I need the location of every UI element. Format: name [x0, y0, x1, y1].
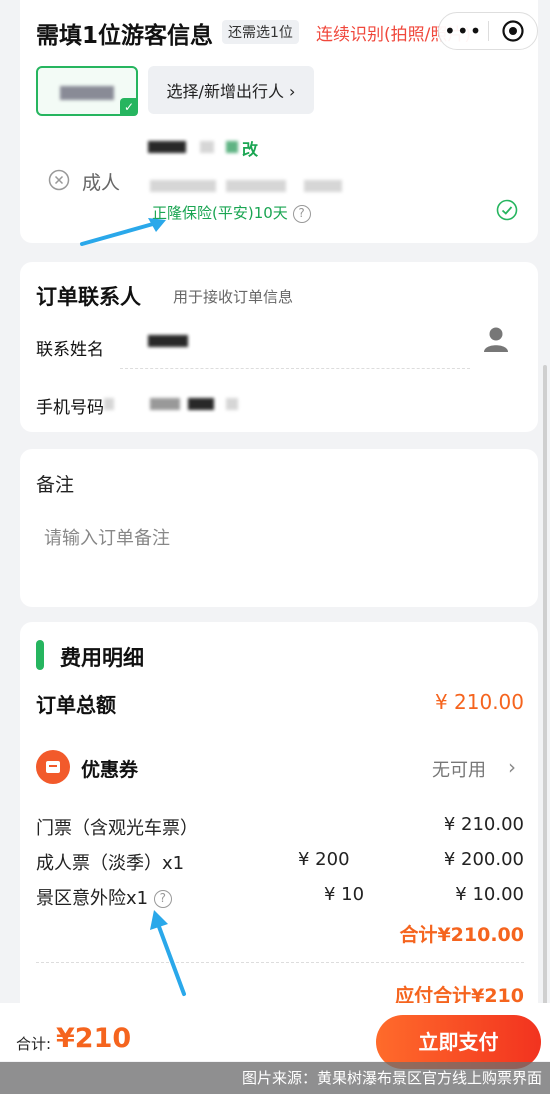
- target-icon[interactable]: [489, 19, 538, 43]
- contact-name-input[interactable]: [148, 335, 188, 347]
- divider: [120, 368, 470, 369]
- more-dots-icon[interactable]: •••: [439, 19, 488, 43]
- selected-check-icon: ✓: [120, 98, 138, 116]
- insurance-label: 景区意外险x1: [36, 888, 149, 909]
- chevron-right-icon[interactable]: ›: [508, 755, 516, 779]
- fee-title: 费用明细: [60, 646, 144, 670]
- divider: [36, 962, 524, 963]
- verified-check-icon: [496, 199, 518, 225]
- ticket-value: ¥ 210.00: [443, 814, 524, 835]
- contact-title: 订单联系人: [36, 285, 141, 309]
- coupon-label[interactable]: 优惠券: [81, 755, 138, 782]
- bottom-total-value: ¥210: [56, 1023, 132, 1054]
- remove-traveler-icon[interactable]: [48, 169, 70, 195]
- remark-title: 备注: [36, 474, 75, 496]
- source-caption: 图片来源：黄果树瀑布景区官方线上购票界面: [0, 1062, 550, 1094]
- adult-ticket-unit-price: ¥ 200: [298, 849, 350, 870]
- edit-traveler-link[interactable]: 改: [242, 136, 258, 160]
- remaining-count-pill: 还需选1位: [222, 20, 299, 44]
- phone-label: 手机号码: [36, 398, 104, 418]
- remark-input[interactable]: 请输入订单备注: [44, 524, 170, 550]
- phone-input[interactable]: [150, 398, 180, 410]
- miniprogram-capsule: •••: [438, 12, 538, 50]
- insurance-text: 正隆保险(平安)10天: [152, 204, 288, 222]
- insurance-info: 正隆保险(平安)10天 ?: [152, 202, 311, 223]
- contact-card: 订单联系人 用于接收订单信息 联系姓名 手机号码: [20, 262, 538, 432]
- masked-id-number: [150, 180, 216, 192]
- adult-type-label: 成人: [82, 172, 121, 194]
- help-icon[interactable]: ?: [292, 204, 311, 223]
- annotation-arrow-icon: [80, 218, 166, 246]
- insurance-unit-price: ¥ 10: [324, 884, 365, 905]
- traveler-chip[interactable]: ✓: [36, 66, 138, 116]
- subtotal: 合计¥210.00: [399, 924, 524, 946]
- order-total-value: ¥ 210.00: [434, 690, 524, 714]
- coupon-icon: [36, 750, 70, 784]
- pay-now-button[interactable]: 立即支付: [376, 1015, 541, 1069]
- adult-ticket-value: ¥ 200.00: [443, 849, 524, 870]
- annotation-arrow-icon: [150, 910, 186, 996]
- fee-details-card: 费用明细 订单总额 ¥ 210.00 优惠券 无可用 › 门票（含观光车票） ¥…: [20, 622, 538, 1012]
- adult-ticket-label: 成人票（淡季）x1: [36, 853, 185, 874]
- scrollbar[interactable]: [543, 365, 547, 1025]
- masked-name: [148, 141, 186, 153]
- remark-card: 备注 请输入订单备注: [20, 449, 538, 607]
- insurance-value: ¥ 10.00: [455, 884, 524, 905]
- traveler-section-title: 需填1位游客信息: [36, 23, 214, 49]
- select-add-traveler-button[interactable]: 选择/新增出行人 ›: [148, 66, 314, 114]
- contact-book-icon[interactable]: [481, 324, 511, 358]
- section-marker: [36, 640, 44, 670]
- coupon-value[interactable]: 无可用: [432, 756, 486, 782]
- contact-hint: 用于接收订单信息: [173, 288, 294, 306]
- ticket-label: 门票（含观光车票）: [36, 818, 198, 839]
- contact-name-label: 联系姓名: [36, 340, 104, 360]
- bottom-total-label: 合计:: [16, 1035, 52, 1053]
- order-total-label: 订单总额: [36, 693, 116, 717]
